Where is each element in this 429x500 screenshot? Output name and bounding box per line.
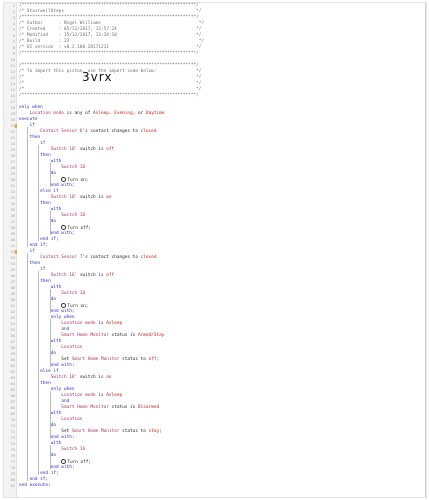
execution-marker <box>15 124 17 128</box>
switch-power-icon <box>61 177 67 182</box>
code-line[interactable]: 81 end execute; <box>4 483 426 489</box>
block-guide <box>50 445 51 469</box>
block-guide <box>27 127 28 247</box>
block-guide <box>50 391 51 439</box>
switch-power-icon <box>61 303 67 308</box>
block-guide <box>38 145 39 241</box>
execution-marker <box>15 250 17 254</box>
line-text: end execute; <box>19 483 51 488</box>
line-number: 81 <box>10 484 15 488</box>
block-guide <box>38 271 39 475</box>
block-guide <box>50 163 51 187</box>
switch-power-icon <box>61 225 67 230</box>
block-guide <box>50 211 51 235</box>
switch-power-icon <box>61 459 67 464</box>
block-guide <box>27 253 28 481</box>
piston-view: 1/**************************************… <box>0 0 429 500</box>
import-code: 3vrx <box>82 70 113 84</box>
panel-edge <box>425 3 426 497</box>
block-guide <box>50 289 51 313</box>
code-panel: 1/**************************************… <box>3 2 427 498</box>
block-guide <box>50 319 51 367</box>
